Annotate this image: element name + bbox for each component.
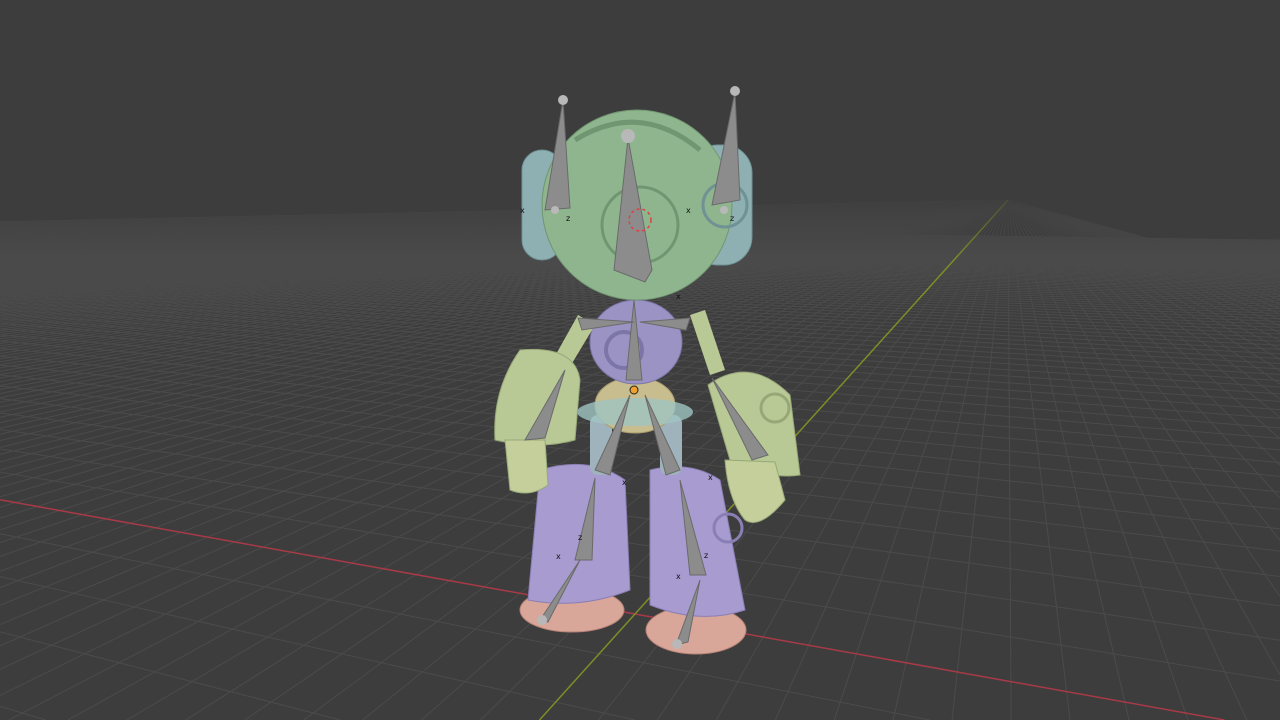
svg-text:z: z	[578, 533, 582, 542]
svg-text:x: x	[622, 478, 627, 487]
svg-text:z: z	[704, 551, 708, 560]
robot-character[interactable]: x z x z x x x x z x z	[0, 0, 1280, 720]
svg-text:x: x	[556, 552, 561, 561]
right-forearm[interactable]	[707, 371, 801, 477]
svg-text:x: x	[676, 292, 681, 301]
svg-text:x: x	[708, 473, 713, 482]
svg-text:x: x	[686, 206, 691, 215]
svg-text:x: x	[520, 206, 525, 215]
svg-text:z: z	[566, 214, 570, 223]
svg-text:z: z	[730, 214, 734, 223]
right-hand[interactable]	[724, 459, 786, 523]
hip-ring	[577, 398, 693, 426]
origin-point	[629, 385, 639, 395]
left-hand[interactable]	[504, 439, 549, 494]
3d-viewport[interactable]: x z x z x x x x z x z	[0, 0, 1280, 720]
svg-text:x: x	[676, 572, 681, 581]
right-upper-arm[interactable]	[690, 310, 725, 375]
